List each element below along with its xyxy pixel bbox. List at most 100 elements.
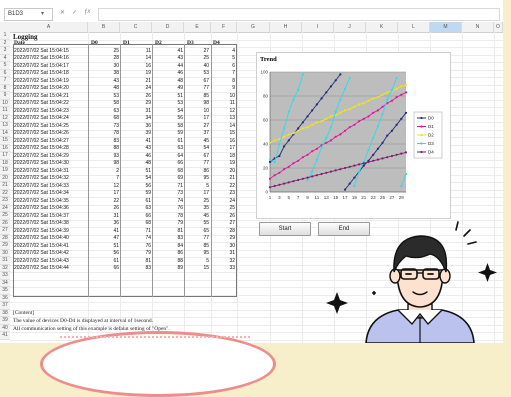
row-header[interactable]: 9 <box>0 92 10 100</box>
value-cell[interactable]: 14 <box>123 55 151 61</box>
date-cell[interactable]: 2022/07/02 Sat 15:04:33 <box>14 183 87 189</box>
value-cell[interactable]: 79 <box>123 250 151 256</box>
value-cell[interactable]: 2 <box>91 168 119 174</box>
value-cell[interactable]: 56 <box>123 183 151 189</box>
value-cell[interactable]: 39 <box>123 130 151 136</box>
value-cell[interactable]: 95 <box>187 250 209 256</box>
value-cell[interactable]: 13 <box>213 115 235 121</box>
value-cell[interactable]: 15 <box>213 130 235 136</box>
value-cell[interactable]: 79 <box>155 220 183 226</box>
value-cell[interactable]: 43 <box>123 145 151 151</box>
value-cell[interactable]: 27 <box>187 48 209 54</box>
value-cell[interactable]: 45 <box>187 213 209 219</box>
value-cell[interactable]: 9 <box>213 85 235 91</box>
name-box[interactable]: B1D3 <box>4 8 53 21</box>
value-cell[interactable]: 17 <box>213 145 235 151</box>
value-cell[interactable]: 84 <box>155 243 183 249</box>
date-cell[interactable]: 2022/07/02 Sat 15:04:44 <box>14 265 87 271</box>
date-cell[interactable]: 2022/07/02 Sat 15:04:35 <box>14 198 87 204</box>
value-cell[interactable]: 4 <box>213 48 235 54</box>
date-cell[interactable]: 2022/07/02 Sat 15:04:17 <box>14 63 87 69</box>
value-cell[interactable]: 28 <box>91 55 119 61</box>
value-cell[interactable]: 65 <box>187 228 209 234</box>
value-cell[interactable]: 15 <box>187 265 209 271</box>
date-cell[interactable]: 2022/07/02 Sat 15:04:18 <box>14 70 87 76</box>
value-cell[interactable]: 47 <box>91 235 119 241</box>
value-cell[interactable]: 45 <box>187 138 209 144</box>
date-cell[interactable]: 2022/07/02 Sat 15:04:26 <box>14 130 87 136</box>
date-cell[interactable]: 2022/07/02 Sat 15:04:36 <box>14 205 87 211</box>
value-cell[interactable]: 36 <box>123 123 151 129</box>
row-header[interactable]: 8 <box>0 84 10 92</box>
value-cell[interactable]: 40 <box>187 63 209 69</box>
value-cell[interactable]: 51 <box>91 243 119 249</box>
row-header[interactable]: 30 <box>0 249 10 257</box>
value-cell[interactable]: 30 <box>91 63 119 69</box>
date-cell[interactable]: 2022/07/02 Sat 15:04:40 <box>14 235 87 241</box>
date-cell[interactable]: 2022/07/02 Sat 15:04:31 <box>14 168 87 174</box>
value-cell[interactable]: 22 <box>91 198 119 204</box>
column-header-l[interactable]: L <box>398 22 430 32</box>
column-header-n[interactable]: N <box>462 22 494 32</box>
column-header-a[interactable]: A <box>10 22 88 32</box>
date-cell[interactable]: 2022/07/02 Sat 15:04:24 <box>14 115 87 121</box>
value-cell[interactable]: 27 <box>213 220 235 226</box>
fx-icon[interactable]: ƒx <box>84 9 90 15</box>
value-cell[interactable]: 7 <box>91 175 119 181</box>
value-cell[interactable]: 81 <box>123 258 151 264</box>
value-cell[interactable]: 26 <box>91 205 119 211</box>
date-cell[interactable]: 2022/07/02 Sat 15:04:27 <box>14 138 87 144</box>
value-cell[interactable]: 18 <box>213 153 235 159</box>
value-cell[interactable]: 24 <box>123 85 151 91</box>
value-cell[interactable]: 77 <box>187 85 209 91</box>
column-header-b[interactable]: B <box>88 22 120 32</box>
value-cell[interactable]: 53 <box>155 100 183 106</box>
row-header[interactable]: 21 <box>0 182 10 190</box>
value-cell[interactable]: 73 <box>91 123 119 129</box>
value-cell[interactable]: 61 <box>91 258 119 264</box>
value-cell[interactable]: 83 <box>155 235 183 241</box>
value-cell[interactable]: 36 <box>91 220 119 226</box>
value-cell[interactable]: 56 <box>91 250 119 256</box>
row-header[interactable]: 41 <box>0 332 10 340</box>
value-cell[interactable]: 5 <box>213 55 235 61</box>
value-cell[interactable]: 19 <box>123 70 151 76</box>
value-cell[interactable]: 86 <box>187 168 209 174</box>
row-header[interactable]: 40 <box>0 324 10 332</box>
value-cell[interactable]: 24 <box>213 198 235 204</box>
value-cell[interactable]: 53 <box>187 70 209 76</box>
row-header[interactable]: 22 <box>0 189 10 197</box>
date-cell[interactable]: 2022/07/02 Sat 15:04:38 <box>14 220 87 226</box>
value-cell[interactable]: 66 <box>155 160 183 166</box>
value-cell[interactable]: 67 <box>187 78 209 84</box>
value-cell[interactable]: 21 <box>213 175 235 181</box>
date-cell[interactable]: 2022/07/02 Sat 15:04:34 <box>14 190 87 196</box>
row-header[interactable]: 18 <box>0 159 10 167</box>
value-cell[interactable]: 76 <box>155 205 183 211</box>
value-cell[interactable]: 74 <box>123 235 151 241</box>
value-cell[interactable]: 17 <box>91 190 119 196</box>
value-cell[interactable]: 88 <box>155 258 183 264</box>
row-header[interactable]: 14 <box>0 129 10 137</box>
value-cell[interactable]: 21 <box>123 78 151 84</box>
value-cell[interactable]: 44 <box>155 63 183 69</box>
value-cell[interactable]: 59 <box>123 190 151 196</box>
column-header-k[interactable]: K <box>366 22 398 32</box>
value-cell[interactable]: 11 <box>123 48 151 54</box>
value-cell[interactable]: 20 <box>213 168 235 174</box>
column-header-f[interactable]: F <box>211 22 237 32</box>
row-header[interactable]: 13 <box>0 122 10 130</box>
value-cell[interactable]: 25 <box>213 205 235 211</box>
value-cell[interactable]: 35 <box>187 205 209 211</box>
value-cell[interactable]: 86 <box>155 250 183 256</box>
check-icon[interactable]: ✓ <box>72 9 77 16</box>
value-cell[interactable]: 43 <box>91 78 119 84</box>
value-cell[interactable]: 54 <box>123 175 151 181</box>
value-cell[interactable]: 48 <box>155 78 183 84</box>
row-header[interactable]: 23 <box>0 197 10 205</box>
column-header-g[interactable]: G <box>237 22 270 32</box>
value-cell[interactable]: 48 <box>123 160 151 166</box>
column-header-i[interactable]: I <box>302 22 334 32</box>
value-cell[interactable]: 5 <box>187 258 209 264</box>
date-cell[interactable]: 2022/07/02 Sat 15:04:29 <box>14 153 87 159</box>
